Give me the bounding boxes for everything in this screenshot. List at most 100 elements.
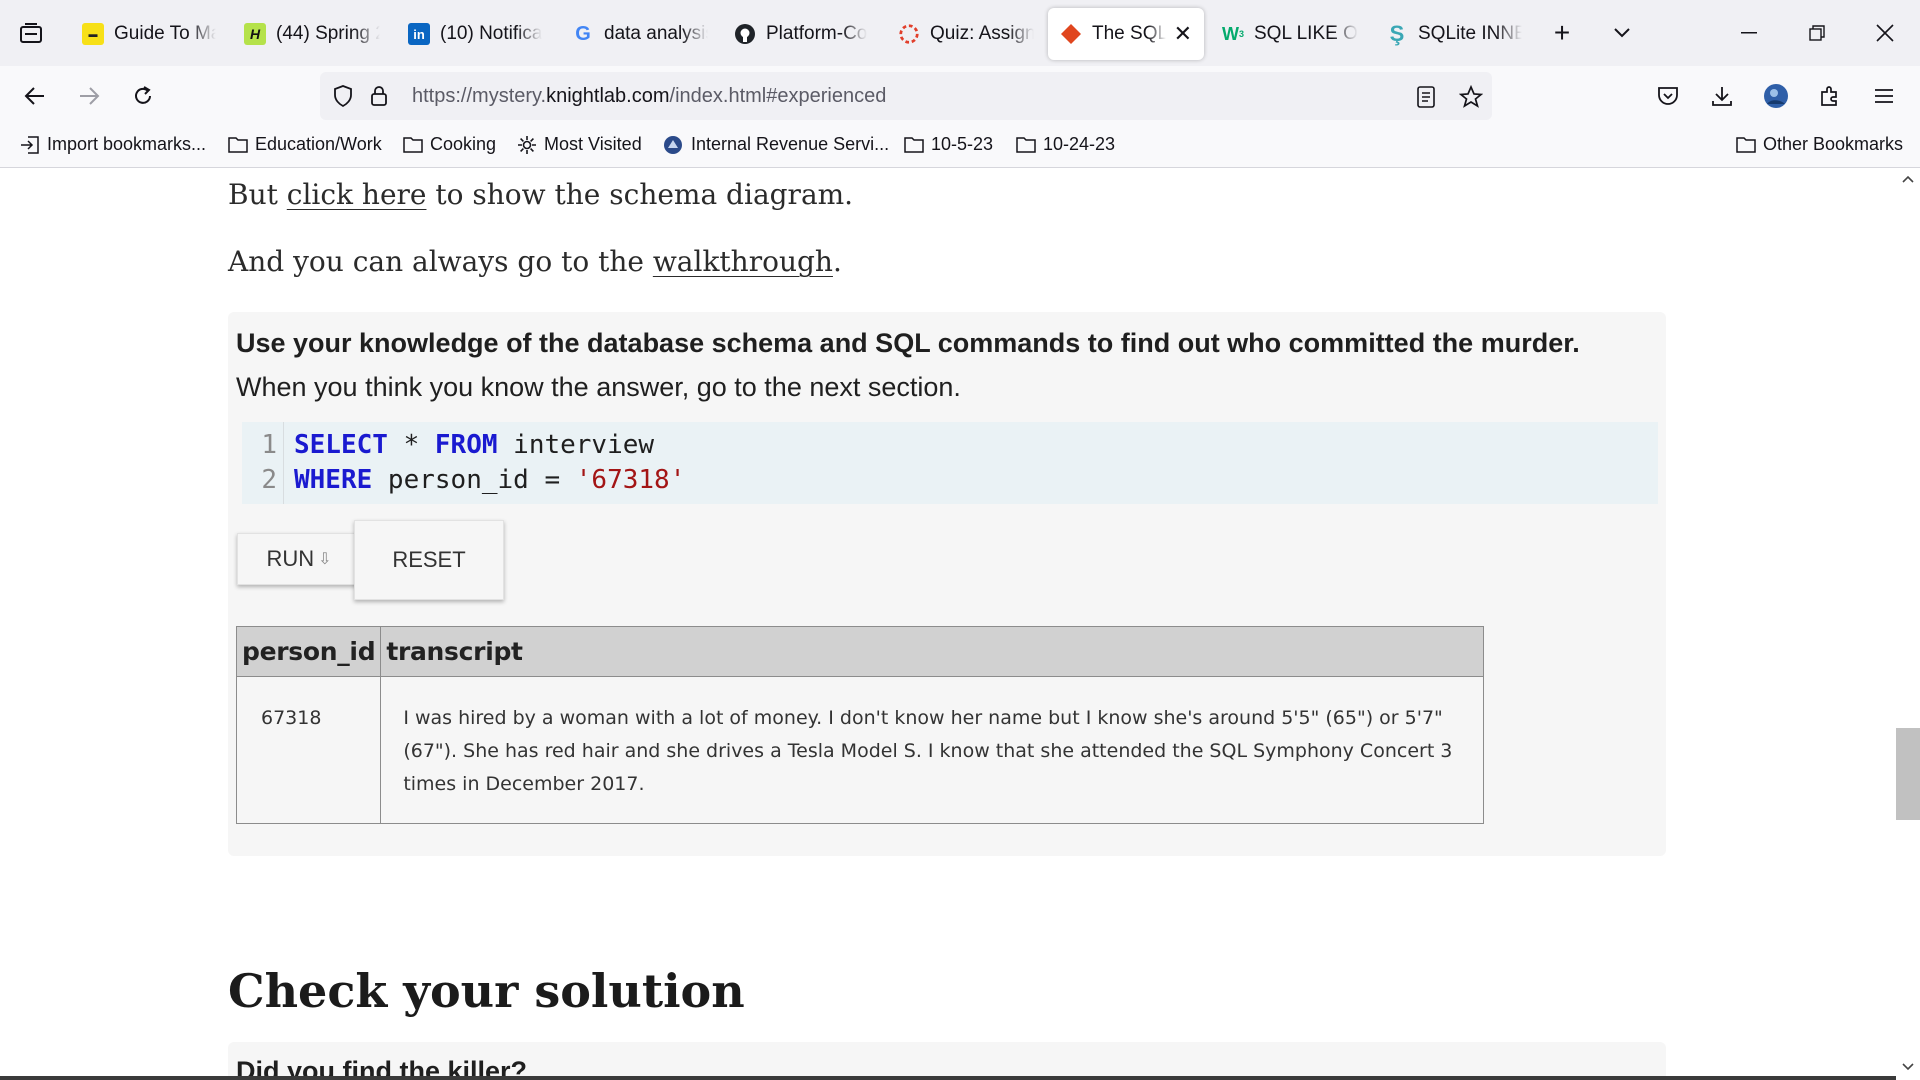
tab-title: SQL LIKE Op <box>1254 23 1358 44</box>
code-line-2: WHERE person_id = '67318' <box>294 463 685 498</box>
tab-title: Platform-Co <box>766 23 868 44</box>
sql-keyword: WHERE <box>294 465 373 495</box>
tab-canvas[interactable]: Quiz: Assign <box>886 8 1046 60</box>
column-header-person-id: person_id <box>235 626 382 677</box>
lock-icon[interactable] <box>366 82 392 110</box>
new-tab-icon[interactable]: + <box>1544 14 1580 52</box>
bookmark-label: Internal Revenue Servi... <box>691 134 890 154</box>
tab-title: (44) Spring 2 <box>276 23 380 44</box>
schema-diagram-link[interactable]: click here <box>287 178 427 211</box>
app-menu-icon[interactable] <box>1866 78 1902 114</box>
tab-bar: ▬ Guide To Ma H (44) Spring 2 in (10) No… <box>0 0 1920 66</box>
sql-string: '67318' <box>575 465 686 495</box>
cell-person-id: 67318 <box>235 676 382 824</box>
line-number-gutter: 1 2 <box>242 422 284 504</box>
line-number: 1 <box>261 430 277 460</box>
tab-title: data analysis <box>604 23 708 44</box>
walkthrough-text-after: . <box>832 245 842 278</box>
column-header-transcript: transcript <box>380 626 1484 677</box>
scroll-up-arrow-icon[interactable] <box>1900 172 1916 186</box>
forward-arrow-icon[interactable] <box>70 78 108 114</box>
check-solution-heading: Check your solution <box>228 964 745 1018</box>
url-bar[interactable]: https://mystery.knightlab.com/index.html… <box>320 72 1492 120</box>
list-all-tabs-icon[interactable] <box>1604 14 1640 52</box>
reload-icon[interactable] <box>124 78 162 114</box>
page-content: But click here to show the schema diagra… <box>0 168 1896 1080</box>
restore-icon[interactable] <box>1794 14 1840 52</box>
tab-spring[interactable]: H (44) Spring 2 <box>232 8 392 60</box>
close-tab-icon[interactable]: ✕ <box>1174 21 1192 47</box>
bookmark-most-visited[interactable]: Most Visited <box>517 134 642 155</box>
downloads-icon[interactable] <box>1704 78 1740 114</box>
walkthrough-paragraph: And you can always go to the walkthrough… <box>228 245 842 278</box>
bookmark-other[interactable]: Other Bookmarks <box>1736 134 1903 155</box>
vertical-scrollbar[interactable] <box>1896 168 1920 1080</box>
tab-github[interactable]: Platform-Co <box>722 8 882 60</box>
sql-murder-icon <box>1060 23 1082 45</box>
folder-icon <box>1016 136 1036 153</box>
check-solution-panel: Did you find the killer? <box>228 1042 1666 1080</box>
folder-icon <box>228 136 248 153</box>
tab-sqlite[interactable]: Ş SQLite INNE <box>1374 8 1534 60</box>
google-icon: G <box>575 22 591 45</box>
import-icon <box>21 135 39 154</box>
page-bottom-edge <box>0 1076 1896 1080</box>
close-window-icon[interactable] <box>1862 14 1908 52</box>
bookmark-import[interactable]: Import bookmarks... <box>20 134 206 155</box>
w3schools-icon: W3 <box>1222 23 1245 44</box>
schema-text-after: to show the schema diagram. <box>426 178 854 211</box>
tab-google[interactable]: G data analysis <box>560 8 720 60</box>
irs-icon <box>664 135 682 154</box>
walkthrough-text-before: And you can always go to the <box>228 245 653 278</box>
bookmark-10-24-23[interactable]: 10-24-23 <box>1016 134 1115 155</box>
bookmark-star-icon[interactable] <box>1456 82 1486 112</box>
url-text[interactable]: https://mystery.knightlab.com/index.html… <box>412 85 886 108</box>
tab-title: (10) Notifica <box>440 23 543 44</box>
pocket-icon[interactable] <box>1650 78 1686 114</box>
tab-sql-murder-active[interactable]: The SQL M ✕ <box>1048 8 1204 60</box>
folder-icon <box>904 136 924 153</box>
schema-paragraph: But click here to show the schema diagra… <box>228 178 853 211</box>
bookmark-cooking[interactable]: Cooking <box>403 134 496 155</box>
h-logo-icon: H <box>244 23 266 45</box>
minimize-icon[interactable] <box>1726 14 1772 52</box>
tab-w3schools[interactable]: W3 SQL LIKE Op <box>1210 8 1370 60</box>
back-arrow-icon[interactable] <box>16 78 54 114</box>
tab-title: The SQL M <box>1092 23 1166 44</box>
run-button[interactable]: RUN ⇩ <box>237 533 361 585</box>
extensions-puzzle-icon[interactable] <box>1812 78 1848 114</box>
sql-keyword: FROM <box>434 430 498 460</box>
sqlite-tutorial-icon: Ş <box>1389 21 1405 46</box>
account-avatar-icon[interactable] <box>1758 78 1794 114</box>
scroll-down-arrow-icon[interactable] <box>1900 1060 1916 1074</box>
bookmark-education-work[interactable]: Education/Work <box>228 134 382 155</box>
firefox-view-icon[interactable] <box>12 14 50 52</box>
yellow-square-icon: ▬ <box>82 23 104 45</box>
reader-view-icon[interactable] <box>1412 83 1440 111</box>
scrollbar-thumb[interactable] <box>1896 728 1920 820</box>
code-line-1: SELECT * FROM interview <box>294 428 685 463</box>
canvas-icon <box>898 23 920 45</box>
sql-exercise-panel: Use your knowledge of the database schem… <box>228 312 1666 856</box>
bookmark-label: Education/Work <box>255 134 382 154</box>
sql-code-editor[interactable]: 1 2 SELECT * FROM interview WHERE person… <box>242 422 1658 504</box>
sql-keyword: SELECT <box>294 430 388 460</box>
walkthrough-link[interactable]: walkthrough <box>653 245 833 278</box>
bookmark-10-5-23[interactable]: 10-5-23 <box>904 134 993 155</box>
bookmark-label: 10-5-23 <box>931 134 994 154</box>
exercise-heading: Use your knowledge of the database schem… <box>236 328 1580 358</box>
tracking-protection-shield-icon[interactable] <box>330 83 356 109</box>
table-header-row: person_id transcript <box>235 626 1484 677</box>
navigation-toolbar: https://mystery.knightlab.com/index.html… <box>0 66 1920 126</box>
tab-guide[interactable]: ▬ Guide To Ma <box>70 8 228 60</box>
tab-linkedin[interactable]: in (10) Notifica <box>396 8 556 60</box>
folder-icon <box>403 136 423 153</box>
url-path: /index.html#experienced <box>669 85 887 107</box>
reset-button[interactable]: RESET <box>354 520 504 600</box>
reset-label: RESET <box>392 547 466 572</box>
bookmark-irs[interactable]: Internal Revenue Servi... <box>662 134 889 155</box>
code-area[interactable]: SELECT * FROM interview WHERE person_id … <box>294 428 685 498</box>
schema-text-before: But <box>228 178 287 211</box>
github-icon <box>734 23 756 45</box>
bookmark-label: 10-24-23 <box>1043 134 1116 154</box>
